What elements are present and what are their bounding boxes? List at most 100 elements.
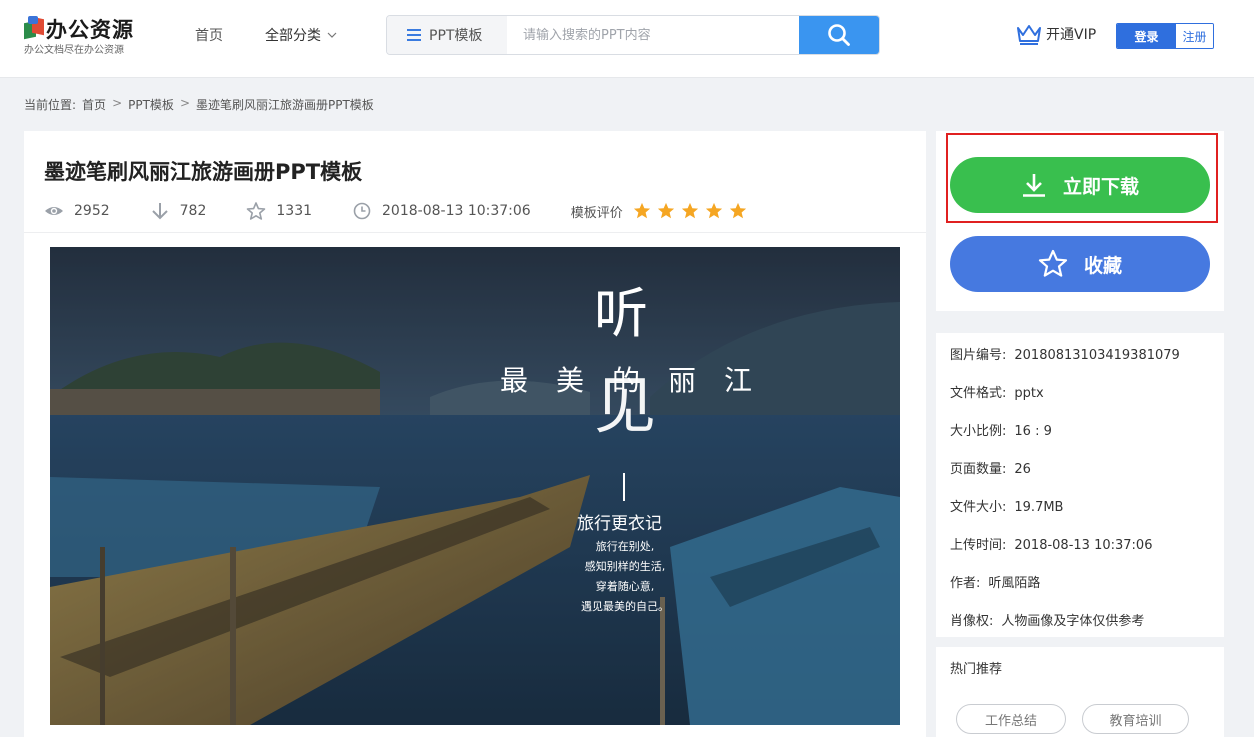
views-stat: 2952	[44, 202, 110, 220]
downloads-count: 782	[179, 203, 207, 219]
breadcrumb-item-home[interactable]: 首页	[82, 96, 106, 113]
info-row-portrait-rights: 肖像权: 人物画像及字体仅供参考	[950, 610, 1144, 629]
info-key: 图片编号:	[950, 348, 1007, 363]
download-button[interactable]: 立即下载	[950, 157, 1210, 213]
clock-icon	[353, 202, 371, 220]
info-row-ratio: 大小比例: 16 : 9	[950, 420, 1052, 439]
logo-icon	[24, 16, 44, 40]
download-icon	[1022, 174, 1045, 197]
logo-subtitle: 办公文档尽在办公资源	[24, 45, 124, 56]
info-value: 19.7MB	[1014, 500, 1064, 515]
star-icon	[681, 202, 698, 219]
star-outline-icon	[247, 202, 266, 220]
info-key: 大小比例:	[950, 424, 1007, 439]
breadcrumb: 当前位置: 首页 > PPT模板 > 墨迹笔刷风丽江旅游画册PPT模板	[24, 96, 374, 113]
page-title: 墨迹笔刷风丽江旅游画册PPT模板	[44, 160, 363, 184]
search-icon	[828, 24, 850, 46]
preview-body-text: 旅行在别处, 感知别样的生活, 穿着随心意, 遇见最美的自己。	[570, 537, 680, 617]
preview-char-see: 见	[594, 369, 657, 442]
breadcrumb-separator: >	[179, 96, 190, 110]
info-value: 人物画像及字体仅供参考	[1001, 614, 1145, 629]
info-value: 26	[1014, 462, 1031, 477]
upload-time-stat: 2018-08-13 10:37:06	[352, 202, 531, 220]
menu-icon	[407, 29, 421, 41]
info-value: 2018-08-13 10:37:06	[1014, 538, 1153, 553]
hot-title: 热门推荐	[950, 662, 1003, 677]
star-icon	[657, 202, 674, 219]
star-icon	[705, 202, 722, 219]
search-bar: PPT模板	[386, 15, 880, 55]
info-row-upload-time: 上传时间: 2018-08-13 10:37:06	[950, 534, 1152, 553]
favorite-label: 收藏	[1083, 254, 1122, 277]
arrow-down-icon	[151, 203, 168, 220]
nav-home-link[interactable]: 首页	[195, 25, 223, 45]
info-value: 20180813103419381079	[1014, 348, 1180, 363]
template-detail-card: 墨迹笔刷风丽江旅游画册PPT模板 2952 782 1331 2018-08-1…	[24, 131, 926, 737]
search-button[interactable]	[799, 16, 879, 54]
nav-categories-label: 全部分类	[265, 28, 321, 44]
auth-buttons: 登录 注册	[1116, 23, 1214, 49]
lake-boats-illustration	[50, 247, 900, 725]
template-rating: 模板评价	[571, 202, 747, 221]
star-outline-icon	[1038, 249, 1068, 277]
downloads-stat: 782	[150, 202, 207, 220]
favorite-button[interactable]: 收藏	[950, 236, 1210, 292]
crown-icon	[1017, 25, 1041, 45]
info-row-author: 作者: 听風陌路	[950, 572, 1040, 591]
search-type-label: PPT模板	[429, 28, 483, 44]
star-icon	[729, 202, 746, 219]
star-icon	[633, 202, 650, 219]
info-key: 文件格式:	[950, 386, 1007, 401]
vip-label: 开通VIP	[1046, 27, 1097, 43]
eye-icon	[45, 207, 63, 215]
preview-char-listen: 听	[594, 282, 648, 345]
preview-line: 穿着随心意,	[595, 580, 655, 593]
info-row-size: 文件大小: 19.7MB	[950, 496, 1063, 515]
info-row-pages: 页面数量: 26	[950, 458, 1031, 477]
info-key: 上传时间:	[950, 538, 1007, 553]
logo-title: 办公资源	[46, 18, 134, 42]
file-info-panel: 图片编号: 20180813103419381079 文件格式: pptx 大小比例…	[936, 333, 1224, 637]
info-key: 文件大小:	[950, 500, 1007, 515]
action-panel: 立即下载 收藏	[936, 131, 1224, 311]
upload-time: 2018-08-13 10:37:06	[382, 203, 531, 219]
preview-line: 遇见最美的自己。	[581, 600, 669, 613]
preview-line: 感知别样的生活,	[584, 560, 666, 573]
hot-tag[interactable]: 工作总结	[956, 704, 1066, 734]
divider	[24, 232, 926, 233]
breadcrumb-item-ppt[interactable]: PPT模板	[128, 96, 174, 113]
info-value: pptx	[1014, 386, 1044, 401]
info-value: 听風陌路	[988, 576, 1041, 591]
download-label: 立即下载	[1062, 175, 1139, 198]
info-row-format: 文件格式: pptx	[950, 382, 1044, 401]
favorites-count: 1331	[276, 203, 313, 219]
rating-label: 模板评价	[570, 205, 623, 221]
preview-divider	[623, 473, 625, 501]
template-stats: 2952 782 1331 2018-08-13 10:37:06 模板评价	[44, 201, 747, 221]
info-row-id: 图片编号: 20180813103419381079	[950, 344, 1180, 363]
nav-categories-dropdown[interactable]: 全部分类	[265, 25, 337, 45]
vip-link[interactable]: 开通VIP	[1016, 23, 1096, 45]
chevron-down-icon	[327, 32, 337, 38]
hot-tag[interactable]: 教育培训	[1082, 704, 1189, 734]
search-input[interactable]	[507, 16, 801, 54]
site-header: 办公资源 办公文档尽在办公资源 首页 全部分类 PPT模板 开通VIP 登录 注…	[0, 0, 1254, 78]
views-count: 2952	[74, 203, 110, 219]
favorites-stat: 1331	[246, 202, 312, 220]
info-value: 16 : 9	[1014, 424, 1052, 439]
login-button[interactable]: 登录	[1117, 24, 1176, 48]
rating-stars	[633, 202, 747, 220]
info-key: 作者:	[950, 576, 981, 591]
info-key: 页面数量:	[950, 462, 1007, 477]
preview-line: 旅行在别处,	[595, 540, 655, 553]
template-preview-image: 听 最美的丽江 见 旅行更衣记 旅行在别处, 感知别样的生活, 穿着随心意, 遇…	[50, 247, 900, 725]
breadcrumb-separator: >	[112, 96, 123, 110]
search-type-dropdown[interactable]: PPT模板	[387, 16, 507, 54]
site-logo[interactable]: 办公资源 办公文档尽在办公资源	[24, 14, 164, 58]
preview-subtitle: 旅行更衣记	[577, 514, 662, 534]
breadcrumb-item-current[interactable]: 墨迹笔刷风丽江旅游画册PPT模板	[196, 96, 374, 113]
info-key: 肖像权:	[950, 614, 994, 629]
register-button[interactable]: 注册	[1176, 24, 1213, 48]
hot-recommendations: 热门推荐 工作总结 教育培训	[936, 647, 1224, 737]
breadcrumb-prefix: 当前位置:	[24, 98, 77, 112]
